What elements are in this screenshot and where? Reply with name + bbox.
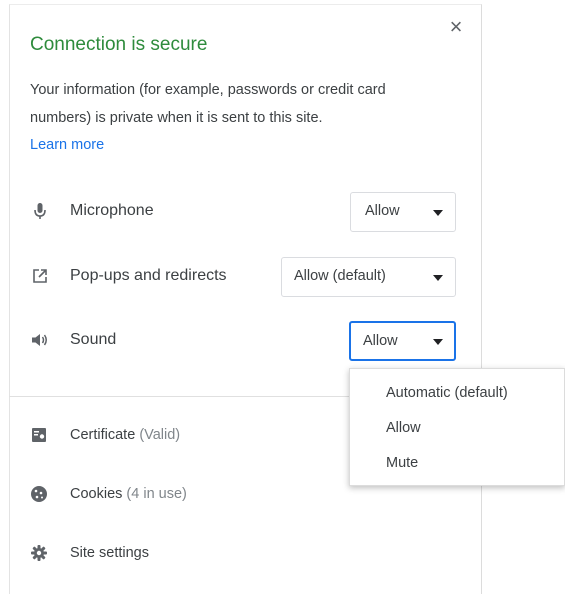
open-external-icon: [30, 266, 50, 286]
cookies-title: Cookies: [70, 486, 123, 502]
microphone-permission-value: Allow: [365, 203, 400, 219]
cookie-icon: [30, 485, 48, 503]
cookies-label: Cookies (4 in use): [70, 486, 187, 502]
gear-icon: [30, 544, 48, 562]
certificate-status: (Valid): [139, 427, 181, 443]
chevron-down-icon: [433, 275, 443, 281]
site-settings-label: Site settings: [70, 545, 149, 561]
sound-options-menu: Automatic (default) Allow Mute: [349, 368, 565, 486]
chevron-down-icon: [433, 210, 443, 216]
popups-permission-value: Allow (default): [294, 268, 386, 284]
menu-item-allow[interactable]: Allow: [386, 420, 421, 436]
permission-row-sound: Sound Allow: [30, 321, 460, 361]
menu-item-automatic[interactable]: Automatic (default): [386, 385, 508, 401]
speaker-icon: [30, 330, 50, 350]
learn-more-link[interactable]: Learn more: [30, 137, 104, 153]
connection-status-title: Connection is secure: [30, 34, 208, 55]
cookies-row[interactable]: Cookies (4 in use): [30, 481, 330, 511]
certificate-icon: [30, 426, 48, 444]
cookies-count: (4 in use): [126, 486, 187, 502]
connection-description: Your information (for example, passwords…: [30, 82, 386, 126]
microphone-icon: [30, 201, 50, 221]
permission-label-microphone: Microphone: [70, 202, 154, 219]
permission-row-microphone: Microphone Allow: [30, 192, 460, 232]
permission-label-sound: Sound: [70, 331, 117, 348]
close-icon[interactable]: ×: [446, 16, 466, 38]
popups-permission-select[interactable]: Allow (default): [281, 257, 456, 297]
certificate-label: Certificate (Valid): [70, 427, 180, 443]
chevron-down-icon: [433, 339, 443, 345]
site-settings-row[interactable]: Site settings: [30, 540, 330, 570]
permission-row-popups: Pop-ups and redirects Allow (default): [30, 257, 460, 297]
menu-item-mute[interactable]: Mute: [386, 455, 418, 471]
microphone-permission-select[interactable]: Allow: [350, 192, 456, 232]
certificate-row[interactable]: Certificate (Valid): [30, 422, 330, 452]
permission-label-popups: Pop-ups and redirects: [70, 267, 227, 284]
sound-permission-value: Allow: [363, 333, 398, 349]
certificate-title: Certificate: [70, 427, 136, 443]
sound-permission-select[interactable]: Allow: [349, 321, 456, 361]
